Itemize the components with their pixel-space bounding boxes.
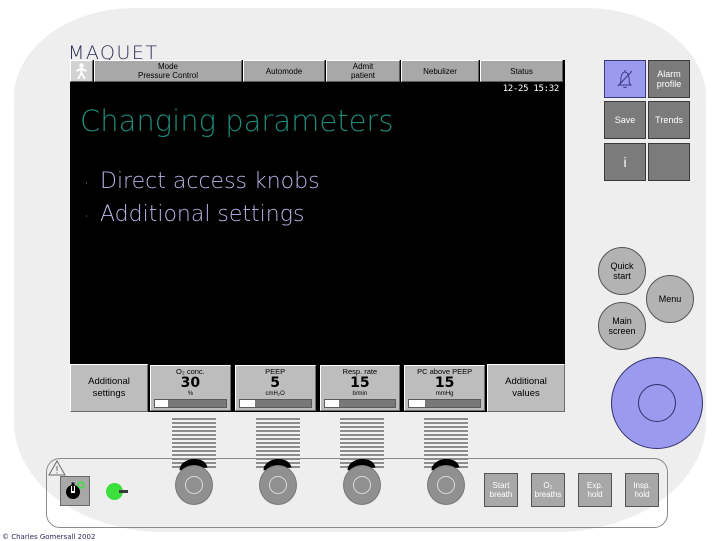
list-item: · Direct access knobs bbox=[84, 166, 524, 199]
status-label: Status bbox=[510, 66, 533, 76]
save-button[interactable]: Save bbox=[604, 101, 646, 139]
power-button[interactable] bbox=[60, 476, 90, 506]
ventilator-screen: Mode Pressure Control Automode Admit pat… bbox=[70, 60, 565, 412]
quick-start-line2: start bbox=[613, 271, 631, 281]
parameter-unit: % bbox=[187, 391, 194, 397]
parameter-range-bar bbox=[408, 399, 481, 408]
parameter-range-bar bbox=[323, 399, 397, 408]
main-screen-line2: screen bbox=[608, 326, 636, 336]
info-label: i bbox=[623, 154, 627, 170]
mode-button[interactable]: Mode Pressure Control bbox=[94, 60, 242, 82]
parameter-boxes: O₂ conc. 30 % PEEP 5 cmH₂O Resp. rate 15… bbox=[148, 364, 487, 412]
parameter-resp-rate[interactable]: Resp. rate 15 b/min bbox=[319, 365, 401, 411]
menu-button[interactable]: Menu bbox=[646, 275, 694, 323]
page-title: Changing parameters bbox=[80, 104, 394, 138]
info-button[interactable]: i bbox=[604, 143, 646, 181]
parameter-range-fill bbox=[409, 400, 425, 407]
o2-breaths-line1: O₂ bbox=[543, 480, 553, 490]
trends-button[interactable]: Trends bbox=[648, 101, 690, 139]
blank-button[interactable] bbox=[648, 143, 690, 181]
additional-values-line2: values bbox=[512, 388, 540, 399]
expiratory-hold-button[interactable]: Exp. hold bbox=[578, 473, 612, 507]
parameter-unit: cmH₂O bbox=[265, 391, 285, 397]
insp-hold-line1: Insp. bbox=[633, 480, 651, 490]
alarm-silence-button[interactable] bbox=[604, 60, 646, 98]
parameter-unit: mmHg bbox=[435, 391, 454, 397]
alarm-profile-line1: Alarm bbox=[657, 69, 681, 79]
bullet-dot-icon: · bbox=[84, 174, 89, 192]
additional-values-line1: Additional bbox=[505, 376, 547, 387]
parameter-range-fill bbox=[239, 400, 256, 407]
nebulizer-label: Nebulizer bbox=[423, 66, 457, 76]
additional-settings-button[interactable]: Additional settings bbox=[70, 364, 148, 412]
additional-settings-line2: settings bbox=[92, 388, 126, 399]
parameter-strip: Additional settings O₂ conc. 30 % PEEP 5… bbox=[70, 364, 565, 412]
o2-breaths-button[interactable]: O₂ breaths bbox=[531, 473, 565, 507]
start-breath-line2: breath bbox=[489, 490, 513, 499]
quick-start-button[interactable]: Quick start bbox=[598, 247, 646, 295]
insp-hold-line2: hold bbox=[634, 490, 650, 499]
main-screen-line1: Main bbox=[612, 316, 632, 326]
parameter-value: 15 bbox=[434, 375, 455, 391]
parameter-value: 5 bbox=[270, 375, 280, 391]
parameter-pc-above-peep[interactable]: PC above PEEP 15 mmHg bbox=[404, 365, 485, 411]
trends-label: Trends bbox=[655, 115, 683, 125]
admit-patient-line1: Admit bbox=[352, 62, 374, 71]
inspiratory-hold-button[interactable]: Insp. hold bbox=[625, 473, 659, 507]
parameter-range-fill bbox=[155, 400, 168, 407]
bullet-dot-icon: · bbox=[84, 207, 89, 225]
nebulizer-button[interactable]: Nebulizer bbox=[401, 60, 479, 82]
status-button[interactable]: Status bbox=[480, 60, 563, 82]
alarm-profile-line2: profile bbox=[656, 79, 682, 89]
alarm-profile-button[interactable]: Alarm profile bbox=[648, 60, 690, 98]
main-rotary-dial[interactable] bbox=[611, 357, 703, 449]
additional-settings-line1: Additional bbox=[88, 376, 130, 387]
admit-patient-button[interactable]: Admit patient bbox=[326, 60, 400, 82]
admit-patient-line2: patient bbox=[350, 71, 376, 80]
list-item: · Additional settings bbox=[84, 199, 524, 232]
parameter-o2-conc[interactable]: O₂ conc. 30 % bbox=[150, 365, 231, 411]
list-item-label: Direct access knobs bbox=[100, 169, 320, 194]
power-icon bbox=[66, 481, 85, 499]
exp-hold-line2: hold bbox=[587, 490, 603, 499]
parameter-range-bar bbox=[238, 399, 312, 408]
automode-button[interactable]: Automode bbox=[243, 60, 325, 82]
start-breath-line1: Start bbox=[492, 480, 510, 490]
start-breath-button[interactable]: Start breath bbox=[484, 473, 518, 507]
warning-triangle-icon bbox=[48, 460, 66, 476]
menu-label: Menu bbox=[658, 294, 682, 304]
additional-values-button[interactable]: Additional values bbox=[487, 364, 565, 412]
patient-figure-icon bbox=[76, 63, 87, 79]
automode-label: Automode bbox=[265, 66, 303, 76]
exp-hold-line1: Exp. bbox=[586, 480, 603, 490]
parameter-unit: b/min bbox=[352, 391, 368, 397]
mode-value: Pressure Control bbox=[137, 71, 199, 80]
bottom-control-panel bbox=[46, 458, 668, 528]
parameter-value: 30 bbox=[180, 375, 201, 391]
quick-start-line1: Quick bbox=[610, 261, 634, 271]
parameter-range-fill bbox=[324, 400, 339, 407]
list-item-label: Additional settings bbox=[100, 202, 305, 227]
parameter-peep[interactable]: PEEP 5 cmH₂O bbox=[234, 365, 316, 411]
screen-menu-bar: Mode Pressure Control Automode Admit pat… bbox=[70, 60, 565, 82]
parameter-range-bar bbox=[154, 399, 227, 408]
bullet-list: · Direct access knobs · Additional setti… bbox=[84, 166, 524, 232]
o2-breaths-line2: breaths bbox=[534, 490, 562, 499]
save-label: Save bbox=[614, 115, 636, 125]
patient-icon-button[interactable] bbox=[70, 60, 93, 82]
main-screen-button[interactable]: Main screen bbox=[598, 302, 646, 350]
clock-display: 12-25 15:32 bbox=[502, 84, 560, 94]
mode-label: Mode bbox=[157, 62, 178, 71]
bell-slash-icon bbox=[617, 70, 633, 89]
power-led-indicator bbox=[106, 483, 128, 500]
parameter-value: 15 bbox=[350, 375, 370, 391]
